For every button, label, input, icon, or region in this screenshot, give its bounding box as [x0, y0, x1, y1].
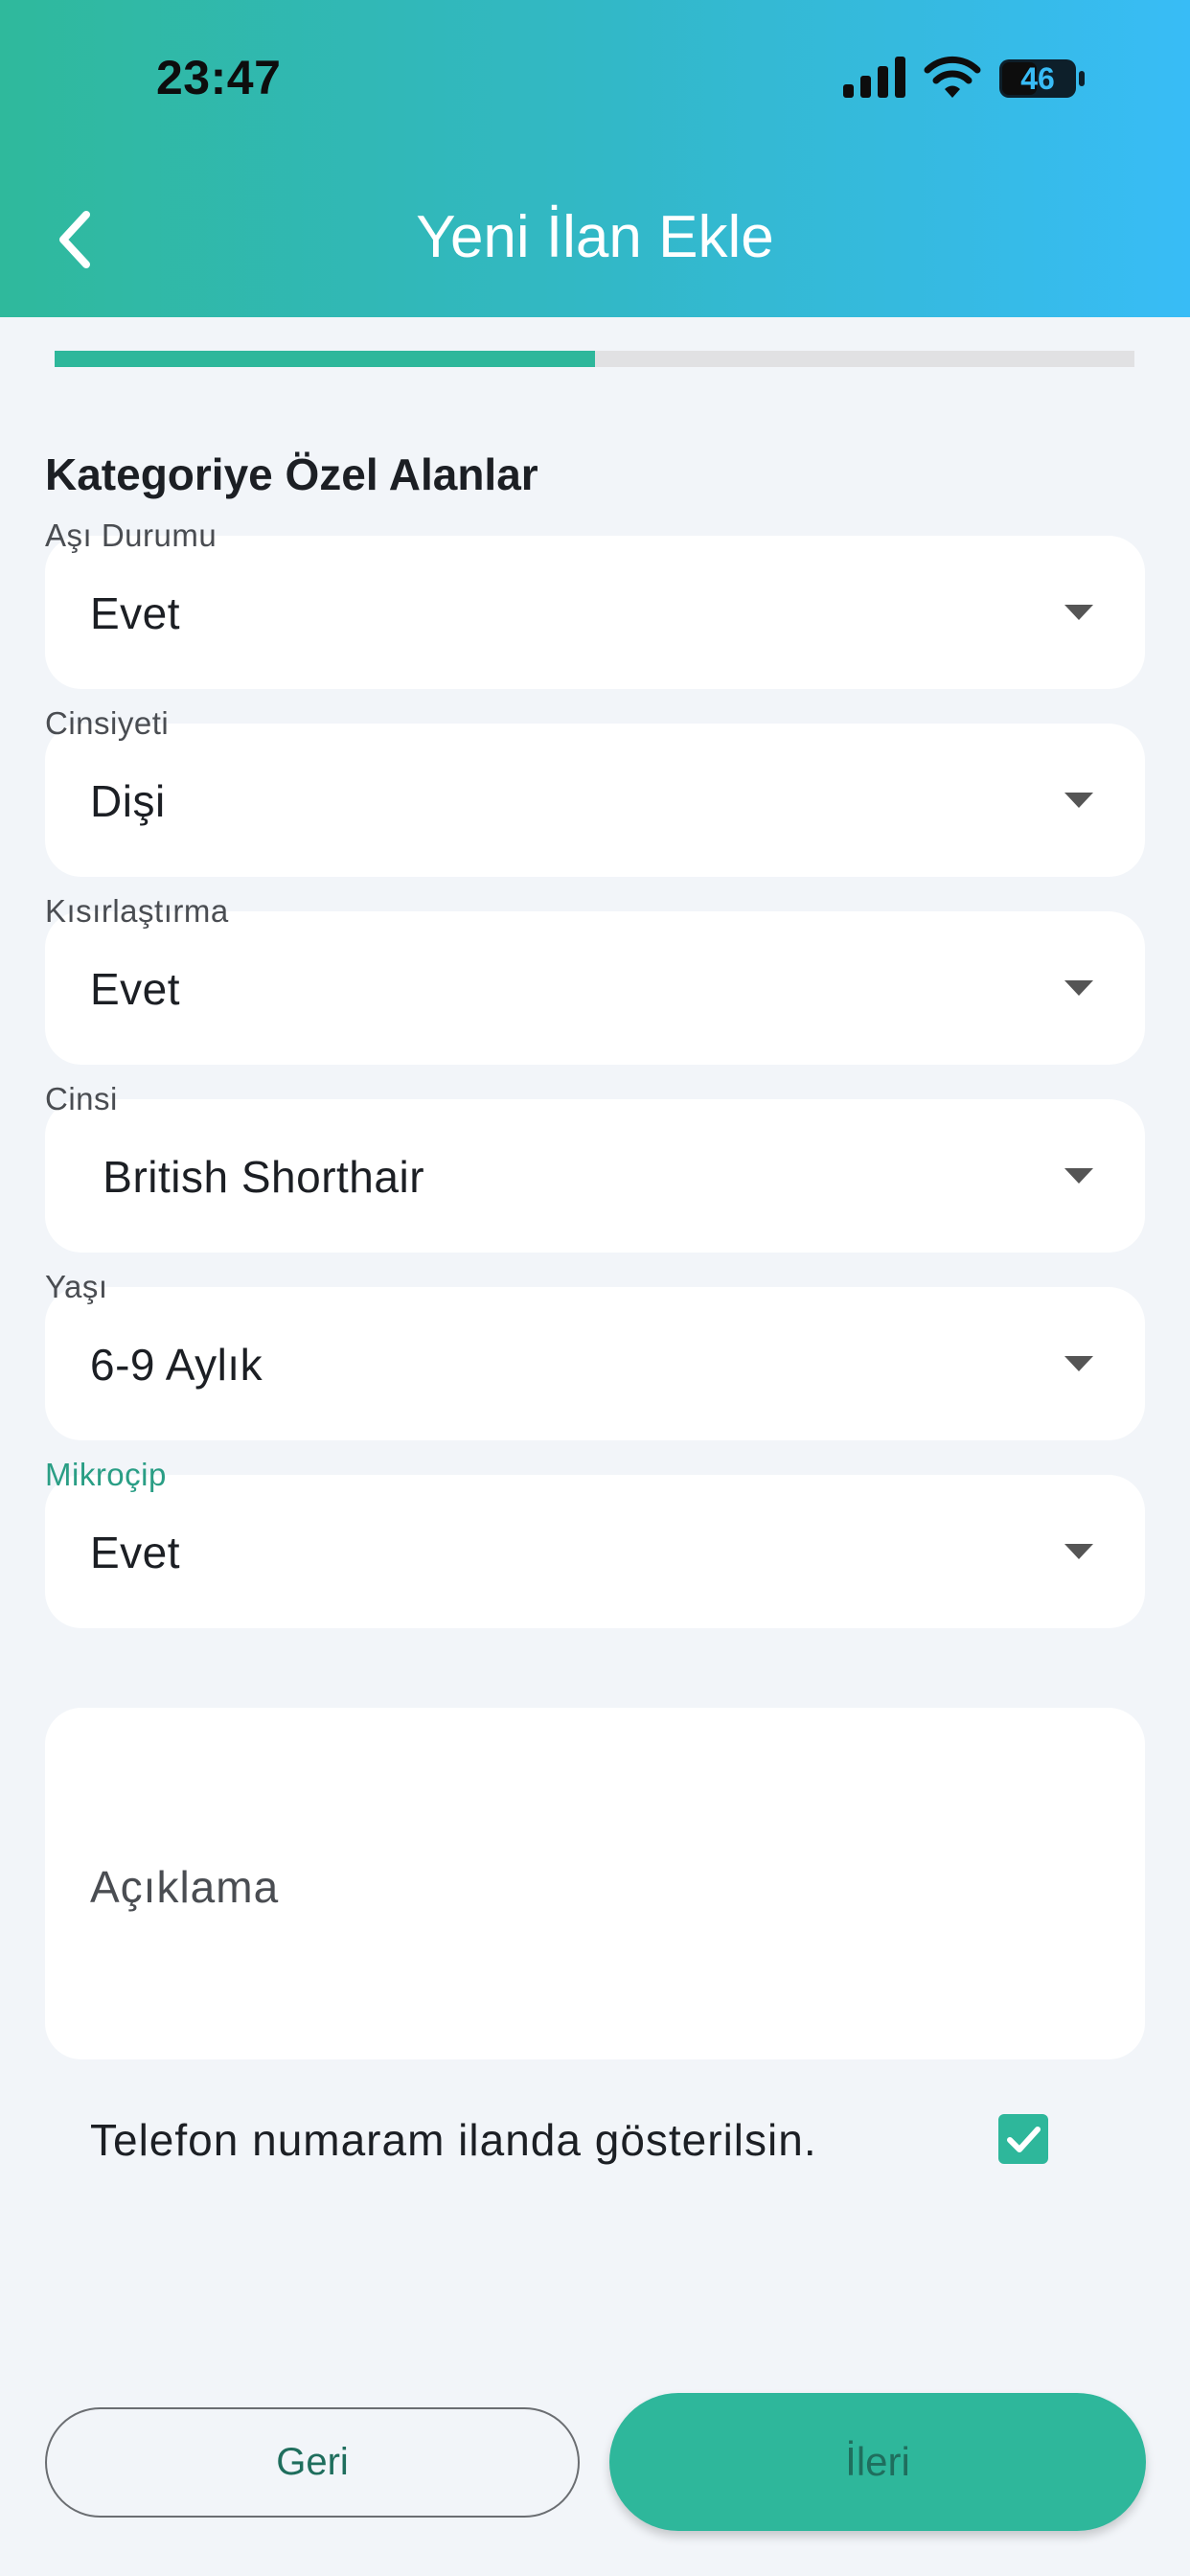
neutered-label: Kısırlaştırma	[45, 893, 229, 929]
caret-down-icon	[1064, 793, 1093, 808]
description-input[interactable]: Açıklama	[45, 1708, 1145, 2059]
vaccination-value: Evet	[90, 588, 181, 638]
battery-icon: 46	[998, 58, 1087, 99]
age-dropdown[interactable]: 6-9 Aylık	[45, 1287, 1145, 1440]
gender-dropdown[interactable]: Dişi	[45, 724, 1145, 877]
caret-down-icon	[1064, 1168, 1093, 1184]
description-placeholder: Açıklama	[90, 1862, 280, 1912]
battery-level: 46	[1020, 60, 1055, 96]
breed-value: British Shorthair	[90, 1152, 425, 1202]
neutered-value: Evet	[90, 964, 181, 1014]
show-phone-checkbox[interactable]	[998, 2114, 1048, 2164]
progress-fill	[55, 351, 595, 367]
caret-down-icon	[1064, 605, 1093, 620]
age-label: Yaşı	[45, 1269, 108, 1304]
caret-down-icon	[1064, 980, 1093, 996]
wifi-icon	[924, 56, 981, 98]
age-value: 6-9 Aylık	[90, 1340, 263, 1390]
signal-icon	[843, 57, 905, 98]
breed-dropdown[interactable]: British Shorthair	[45, 1099, 1145, 1253]
progress-bar	[55, 351, 1134, 367]
checkmark-icon	[1007, 2127, 1041, 2152]
caret-down-icon	[1064, 1356, 1093, 1371]
breed-label: Cinsi	[45, 1081, 118, 1116]
vaccination-label: Aşı Durumu	[45, 518, 217, 553]
next-button[interactable]: İleri	[609, 2393, 1146, 2531]
microchip-label: Mikroçip	[45, 1457, 167, 1492]
caret-down-icon	[1064, 1544, 1093, 1559]
page-title: Yeni İlan Ekle	[416, 204, 774, 270]
neutered-dropdown[interactable]: Evet	[45, 911, 1145, 1065]
show-phone-label: Telefon numaram ilanda gösterilsin.	[90, 2115, 817, 2165]
microchip-value: Evet	[90, 1528, 181, 1577]
status-time: 23:47	[156, 51, 282, 104]
header-bar: 23:47 46 Yeni İlan Ekle	[0, 0, 1190, 317]
microchip-dropdown[interactable]: Evet	[45, 1475, 1145, 1628]
gender-label: Cinsiyeti	[45, 705, 170, 741]
gender-value: Dişi	[90, 776, 166, 826]
back-button[interactable]: Geri	[45, 2407, 580, 2518]
section-title: Kategoriye Özel Alanlar	[45, 449, 538, 499]
vaccination-dropdown[interactable]: Evet	[45, 536, 1145, 689]
